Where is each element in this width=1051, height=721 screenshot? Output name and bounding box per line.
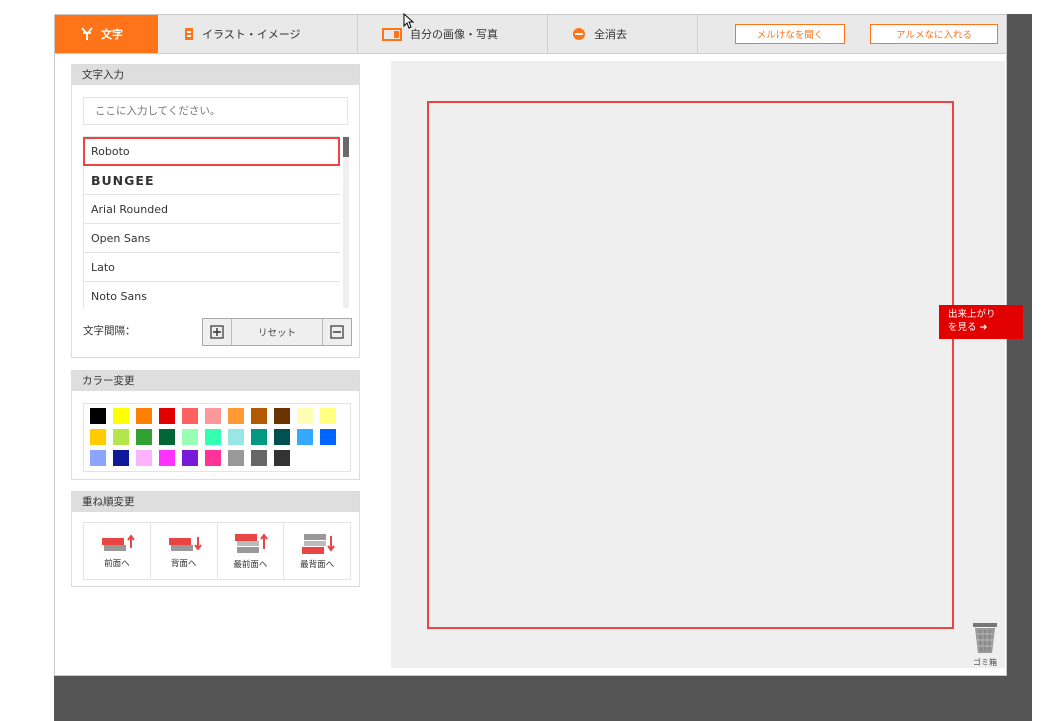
color-swatch[interactable]	[251, 408, 267, 424]
color-swatch[interactable]	[182, 408, 198, 424]
color-swatch[interactable]	[113, 429, 129, 445]
minus-icon	[330, 325, 344, 339]
bring-to-front-icon	[235, 532, 269, 553]
tab-text-label: 文字	[101, 28, 123, 41]
preview-label-line2: を見る ➜	[948, 322, 988, 333]
send-to-back-icon	[302, 533, 335, 554]
color-swatch[interactable]	[113, 450, 129, 466]
color-swatch[interactable]	[297, 429, 313, 445]
color-swatch[interactable]	[136, 408, 152, 424]
add-to-cart-button[interactable]: アルメなに入れる	[870, 24, 998, 44]
color-swatch[interactable]	[205, 429, 221, 445]
color-swatch[interactable]	[136, 429, 152, 445]
tab-photo-label: 自分の画像・写真	[410, 28, 498, 41]
text-panel-title: 文字入力	[72, 65, 359, 85]
send-backward-icon	[168, 536, 202, 551]
color-swatch[interactable]	[90, 408, 106, 424]
send-backward-label: 背面へ	[170, 558, 197, 569]
letter-spacing-control: リセット	[202, 318, 352, 346]
color-swatch[interactable]	[90, 429, 106, 445]
tab-photo[interactable]: 自分の画像・写真	[358, 15, 548, 53]
color-panel-title: カラー変更	[72, 371, 359, 391]
text-icon	[81, 27, 93, 41]
send-to-back-button[interactable]: 最背面へ	[284, 523, 350, 579]
color-panel: カラー変更	[71, 370, 360, 480]
window-shadow-bottom	[54, 676, 1032, 721]
layer-order-panel: 重ね順変更 前面へ 背面へ 最前面へ 最背面へ	[71, 491, 360, 587]
color-swatch[interactable]	[274, 450, 290, 466]
send-backward-button[interactable]: 背面へ	[151, 523, 218, 579]
spacing-decrease-button[interactable]	[323, 319, 351, 345]
trash-icon	[973, 623, 997, 653]
color-swatch[interactable]	[320, 429, 336, 445]
color-swatch[interactable]	[159, 429, 175, 445]
color-swatch[interactable]	[182, 429, 198, 445]
color-swatch[interactable]	[159, 450, 175, 466]
window-shadow-right	[1007, 14, 1032, 676]
color-swatch[interactable]	[90, 450, 106, 466]
font-item-arial-rounded[interactable]: Arial Rounded	[83, 195, 340, 224]
layer-order-panel-title: 重ね順変更	[72, 492, 359, 512]
tab-clear-all[interactable]: 全消去	[548, 15, 698, 53]
illustration-icon	[184, 27, 194, 41]
color-swatch[interactable]	[251, 429, 267, 445]
bring-forward-label: 前面へ	[104, 558, 130, 569]
color-swatch[interactable]	[113, 408, 129, 424]
font-item-bungee[interactable]: BUNGEE	[83, 166, 340, 195]
trash-label: ゴミ箱	[973, 658, 997, 667]
font-item-lato[interactable]: Lato	[83, 253, 340, 282]
color-swatch[interactable]	[228, 429, 244, 445]
color-swatch[interactable]	[297, 408, 313, 424]
plus-icon	[210, 325, 224, 339]
spacing-reset-button[interactable]: リセット	[231, 319, 323, 345]
font-item-open-sans[interactable]: Open Sans	[83, 224, 340, 253]
tab-illustration-label: イラスト・イメージ	[202, 28, 301, 41]
color-swatch[interactable]	[320, 408, 336, 424]
preview-label-line1: 出来上がり	[948, 309, 996, 320]
spacing-increase-button[interactable]	[203, 319, 231, 345]
trash-button[interactable]: ゴミ箱	[967, 621, 1003, 673]
mouse-cursor-icon	[403, 13, 415, 29]
bring-forward-button[interactable]: 前面へ	[84, 523, 151, 579]
open-saved-button[interactable]: メルけなを聞く	[735, 24, 845, 44]
photo-icon	[382, 27, 402, 41]
tab-bar: 文字 イラスト・イメージ 自分の画像・写真 全消去 メルけなを聞く アルメなに入…	[55, 13, 1006, 54]
color-swatch-grid	[83, 403, 351, 472]
send-to-back-label: 最背面へ	[300, 559, 335, 570]
tab-text[interactable]: 文字	[55, 15, 158, 53]
bring-to-front-label: 最前面へ	[233, 559, 268, 570]
color-swatch[interactable]	[182, 450, 198, 466]
tab-illustration[interactable]: イラスト・イメージ	[158, 15, 358, 53]
color-swatch[interactable]	[205, 450, 221, 466]
bring-to-front-button[interactable]: 最前面へ	[218, 523, 285, 579]
clear-icon	[572, 27, 586, 41]
text-panel: 文字入力 Roboto BUNGEE Arial Rounded Open Sa…	[71, 64, 360, 358]
print-area-frame	[427, 101, 954, 629]
color-swatch[interactable]	[159, 408, 175, 424]
preview-button[interactable]: 出来上がり を見る ➜	[939, 305, 1023, 339]
design-canvas[interactable]	[391, 61, 1005, 668]
color-swatch[interactable]	[228, 408, 244, 424]
text-input[interactable]	[83, 97, 348, 125]
font-item-noto-sans[interactable]: Noto Sans	[83, 282, 340, 309]
letter-spacing-label: 文字間隔：	[83, 325, 136, 337]
design-editor: 文字 イラスト・イメージ 自分の画像・写真 全消去 メルけなを聞く アルメなに入…	[54, 13, 1023, 676]
tab-clear-label: 全消去	[594, 28, 627, 41]
font-item-roboto[interactable]: Roboto	[83, 137, 340, 166]
font-list: Roboto BUNGEE Arial Rounded Open Sans La…	[83, 136, 340, 309]
color-swatch[interactable]	[205, 408, 221, 424]
bring-forward-icon	[101, 533, 135, 551]
font-list-scrollbar[interactable]	[343, 136, 349, 308]
color-swatch[interactable]	[136, 450, 152, 466]
color-swatch[interactable]	[274, 408, 290, 424]
layer-order-buttons: 前面へ 背面へ 最前面へ 最背面へ	[83, 522, 351, 580]
scrollbar-thumb[interactable]	[343, 137, 349, 157]
color-swatch[interactable]	[228, 450, 244, 466]
color-swatch[interactable]	[251, 450, 267, 466]
color-swatch[interactable]	[274, 429, 290, 445]
